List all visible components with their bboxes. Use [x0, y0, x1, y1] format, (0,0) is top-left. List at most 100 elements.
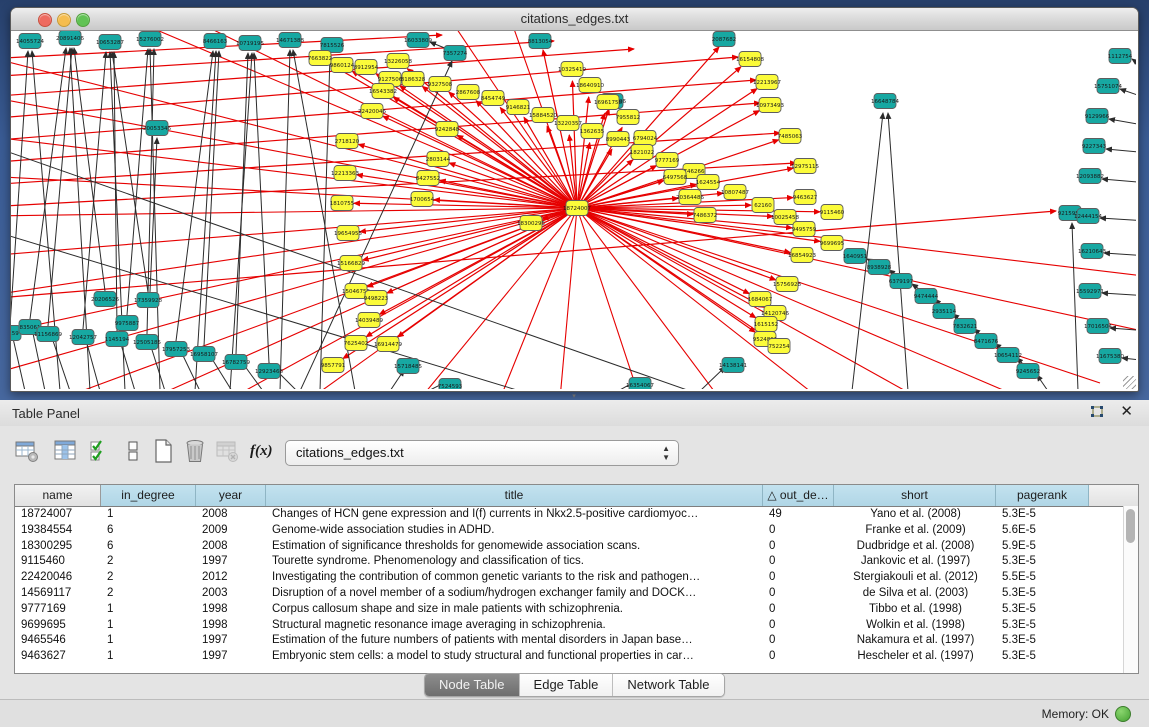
table-cell[interactable]: Nakamura et al. (1997) — [834, 633, 996, 649]
graph-node-yellow[interactable]: 15166829 — [337, 256, 365, 271]
table-cell[interactable]: 2009 — [196, 523, 266, 539]
graph-node-teal[interactable]: 1640951 — [843, 249, 868, 264]
table-cell[interactable]: 5.3E-5 — [996, 633, 1089, 649]
graph-node-yellow[interactable]: 9860124 — [330, 58, 355, 73]
citation-network-graph[interactable]: 1405572420891406106532871527600284661631… — [11, 31, 1136, 389]
graph-node-yellow[interactable]: 1700654 — [410, 192, 435, 207]
graph-node-teal[interactable]: 17016504 — [1084, 319, 1112, 334]
graph-node-yellow[interactable]: 12213967 — [753, 75, 781, 90]
tab-network-table[interactable]: Network Table — [613, 674, 723, 696]
graph-node-teal[interactable]: 16033809 — [404, 33, 432, 48]
graph-node-teal[interactable]: 12505185 — [133, 335, 161, 350]
graph-node-teal[interactable]: 9227343 — [1082, 139, 1107, 154]
table-row[interactable]: 977716911998Corpus callosum shape and si… — [15, 602, 1138, 618]
graph-node-yellow[interactable]: 13220357 — [554, 116, 582, 131]
table-cell[interactable]: 1998 — [196, 618, 266, 634]
graph-node-teal[interactable]: 2087682 — [712, 32, 737, 47]
column-select-button[interactable] — [52, 438, 78, 464]
graph-node-teal[interactable]: 17359928 — [134, 293, 162, 308]
table-row[interactable]: 1456911722003Disruption of a novel membe… — [15, 586, 1138, 602]
graph-node-yellow[interactable]: 12975115 — [791, 159, 819, 174]
table-cell[interactable]: 0 — [763, 570, 834, 586]
table-cell[interactable]: 49 — [763, 507, 834, 523]
table-cell[interactable]: 5.9E-5 — [996, 539, 1089, 555]
graph-node-yellow[interactable]: 9463627 — [793, 190, 818, 205]
table-row[interactable]: 1872400712008Changes of HCN gene express… — [15, 507, 1138, 523]
scrollbar-thumb[interactable] — [1126, 509, 1135, 543]
table-cell[interactable]: Corpus callosum shape and size in male p… — [266, 602, 763, 618]
graph-node-yellow[interactable]: 13226058 — [384, 54, 412, 69]
checked-rows-button[interactable] — [88, 438, 114, 464]
graph-node-yellow[interactable]: 1684067 — [748, 292, 773, 307]
column-header-in_degree[interactable]: in_degree — [101, 485, 196, 506]
graph-node-yellow[interactable]: 7955812 — [616, 110, 641, 125]
table-cell[interactable]: 2 — [101, 570, 196, 586]
table-cell[interactable]: 0 — [763, 523, 834, 539]
table-cell[interactable]: Genome-wide association studies in ADHD. — [266, 523, 763, 539]
graph-node-yellow[interactable]: 7663822 — [308, 51, 333, 66]
column-header-out_de[interactable]: △ out_de… — [763, 485, 834, 506]
graph-node-yellow[interactable]: 18300295 — [517, 216, 545, 231]
new-file-button[interactable] — [150, 438, 176, 464]
table-row[interactable]: 946554611997Estimation of the future num… — [15, 633, 1138, 649]
table-cell[interactable]: 2012 — [196, 570, 266, 586]
table-selector-dropdown[interactable]: citations_edges.txt ▲▼ — [285, 440, 679, 466]
table-cell[interactable]: 1 — [101, 602, 196, 618]
table-cell[interactable]: 14569117 — [15, 586, 101, 602]
graph-node-yellow[interactable]: 1821022 — [630, 145, 655, 160]
table-cell[interactable]: 18300295 — [15, 539, 101, 555]
table-cell[interactable]: Investigating the contribution of common… — [266, 570, 763, 586]
stacked-rows-button[interactable] — [120, 438, 146, 464]
graph-node-teal[interactable]: 2935114 — [932, 304, 957, 319]
table-row[interactable]: 946362711997Embryonic stem cells: a mode… — [15, 649, 1138, 665]
graph-node-yellow[interactable]: 18640910 — [576, 78, 604, 93]
table-cell[interactable]: 5.3E-5 — [996, 507, 1089, 523]
table-cell[interactable]: Changes of HCN gene expression and I(f) … — [266, 507, 763, 523]
table-cell[interactable]: 9699695 — [15, 618, 101, 634]
table-cell[interactable]: 1998 — [196, 602, 266, 618]
graph-node-yellow[interactable]: 22420046 — [358, 104, 386, 119]
graph-node-yellow[interactable]: 14039489 — [355, 313, 383, 328]
table-cell[interactable]: 2008 — [196, 539, 266, 555]
graph-node-yellow[interactable]: 10807487 — [721, 185, 749, 200]
table-cell[interactable]: 1 — [101, 618, 196, 634]
graph-node-teal[interactable]: 20891406 — [56, 31, 84, 46]
graph-node-yellow[interactable]: 8186328 — [401, 72, 426, 87]
column-header-name[interactable]: name — [15, 485, 101, 506]
graph-node-teal[interactable]: 14055724 — [16, 34, 44, 49]
table-cell[interactable]: 19384554 — [15, 523, 101, 539]
table-cell[interactable]: 1 — [101, 633, 196, 649]
graph-node-teal[interactable]: 1145194 — [105, 332, 130, 347]
graph-node-teal[interactable]: 9975887 — [115, 316, 140, 331]
table-cell[interactable]: Stergiakouli et al. (2012) — [834, 570, 996, 586]
resize-grip[interactable] — [1123, 376, 1136, 389]
graph-node-teal[interactable]: 9129966 — [1085, 109, 1110, 124]
table-cell[interactable]: Franke et al. (2009) — [834, 523, 996, 539]
graph-node-teal[interactable]: 6379197 — [889, 274, 914, 289]
graph-node-yellow[interactable]: 1624554 — [696, 175, 721, 190]
graph-node-yellow[interactable]: 16543382 — [369, 84, 397, 99]
table-row[interactable]: 1830029562008Estimation of significance … — [15, 539, 1138, 555]
graph-node-teal[interactable]: 16958107 — [190, 347, 218, 362]
column-header-title[interactable]: title — [266, 485, 763, 506]
graph-node-yellow[interactable]: 16961758 — [594, 95, 622, 110]
column-header-year[interactable]: year — [196, 485, 266, 506]
graph-node-yellow[interactable]: 9327508 — [428, 77, 453, 92]
graph-node-yellow[interactable]: 9242848 — [435, 122, 460, 137]
graph-node-yellow[interactable]: 6794024 — [633, 131, 658, 146]
graph-node-yellow[interactable]: 9857791 — [321, 358, 346, 373]
graph-node-yellow[interactable]: 9115460 — [820, 205, 845, 220]
graph-node-teal[interactable]: 12444154 — [1074, 209, 1102, 224]
table-row[interactable]: 1938455462009Genome-wide association stu… — [15, 523, 1138, 539]
table-cell[interactable]: 5.3E-5 — [996, 554, 1089, 570]
graph-node-yellow[interactable]: 1615152 — [754, 317, 779, 332]
graph-node-yellow[interactable]: 16914479 — [374, 337, 402, 352]
table-row[interactable]: 969969511998Structural magnetic resonanc… — [15, 618, 1138, 634]
table-cell[interactable]: 0 — [763, 633, 834, 649]
graph-node-teal[interactable]: 8813054 — [528, 34, 553, 49]
column-header-pagerank[interactable]: pagerank — [996, 485, 1089, 506]
delete-trash-button[interactable] — [182, 438, 208, 464]
graph-node-teal[interactable]: 8471676 — [974, 334, 999, 349]
network-canvas[interactable]: 1405572420891406106532871527600284661631… — [11, 31, 1136, 389]
table-cell[interactable]: 1997 — [196, 554, 266, 570]
